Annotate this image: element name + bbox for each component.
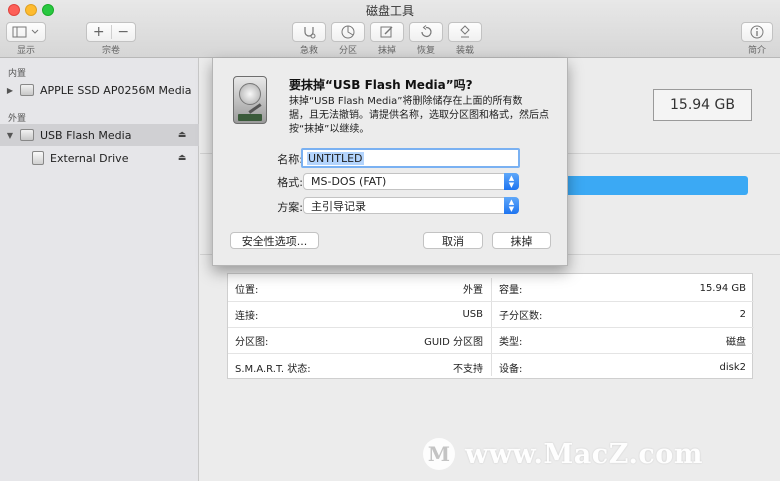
volume-label: 宗卷 [101, 46, 120, 56]
erase-toolbar-button[interactable] [370, 22, 404, 42]
watermark: M www.MacZ.com [423, 434, 703, 474]
sidebar-icon [12, 26, 39, 38]
scheme-select-value: 主引导记录 [311, 199, 366, 213]
volume-icon [32, 151, 44, 165]
info-label: 分区图: [235, 337, 269, 348]
sidebar: 内置 ▶ APPLE SSD AP0256M Media 外置 ▼ USB Fl… [0, 58, 199, 481]
sidebar-item-label: APPLE SSD AP0256M Media [40, 83, 192, 97]
name-field[interactable]: UNTITLED [301, 148, 520, 168]
info-row-type: 类型: 磁盘 [491, 328, 754, 354]
info-label: S.M.A.R.T. 状态: [235, 363, 311, 375]
info-label: 简介 [747, 46, 766, 56]
stethoscope-icon [304, 27, 316, 39]
info-value: 15.94 GB [699, 283, 746, 294]
view-button[interactable] [6, 22, 46, 42]
window-title: 磁盘工具 [365, 4, 414, 18]
eject-icon[interactable]: ⏏ [175, 153, 189, 163]
format-select[interactable]: MS-DOS (FAT) ▲ ▼ [303, 173, 519, 190]
volume-segment: + − [86, 22, 136, 42]
restore-icon [421, 25, 432, 38]
info-row-partition-map: 分区图: GUID 分区图 [228, 328, 491, 354]
view-label: 显示 [16, 46, 35, 56]
sidebar-item-external-drive[interactable]: External Drive ⏏ [0, 147, 199, 169]
info-value: 不支持 [453, 363, 483, 375]
first-aid-button[interactable] [292, 22, 326, 42]
mount-button[interactable] [448, 22, 482, 42]
popup-stepper-icon: ▲ ▼ [504, 173, 519, 190]
info-label: 类型: [499, 337, 523, 348]
info-label: 连接: [235, 311, 259, 322]
info-value: USB [462, 309, 483, 320]
info-row-capacity: 容量: 15.94 GB [491, 276, 754, 302]
popup-stepper-icon: ▲ ▼ [504, 197, 519, 214]
disk-icon [20, 84, 34, 96]
sidebar-item-apple-ssd[interactable]: ▶ APPLE SSD AP0256M Media [0, 79, 199, 101]
disk-icon [20, 129, 34, 141]
info-label: 位置: [235, 285, 259, 296]
info-value: 2 [739, 309, 746, 320]
disclosure-right-icon[interactable]: ▶ [4, 86, 16, 95]
erase-dialog: 要抹掉“USB Flash Media”吗? 抹掉“USB Flash Medi… [212, 58, 568, 266]
sidebar-item-usb-flash-media[interactable]: ▼ USB Flash Media ⏏ [0, 124, 199, 146]
mount-icon [460, 25, 470, 38]
dialog-message: 抹掉“USB Flash Media”将删除储存在上面的所有数 据，且无法撤销。… [289, 95, 559, 137]
mount-label: 装载 [455, 46, 474, 56]
erase-icon [380, 26, 393, 38]
info-row-child-count: 子分区数: 2 [491, 302, 754, 328]
title-bar: 磁盘工具 显示 + − 宗卷 急救 分区 抹掉 恢复 装载 简介 [0, 0, 780, 58]
security-options-button[interactable]: 安全性选项... [230, 232, 319, 249]
dialog-message-line: 据，且无法撤销。请提供名称，选取分区图和格式，然后点 [289, 110, 549, 121]
internal-section-header: 内置 [8, 69, 27, 79]
scheme-select[interactable]: 主引导记录 ▲ ▼ [303, 197, 519, 214]
info-row-device: 设备: disk2 [491, 354, 754, 380]
cancel-button[interactable]: 取消 [423, 232, 483, 249]
dialog-title: 要抹掉“USB Flash Media”吗? [289, 78, 473, 92]
info-label: 子分区数: [499, 311, 543, 322]
dialog-message-line: 按“抹掉”以继续。 [289, 124, 370, 135]
sidebar-item-label: External Drive [50, 151, 129, 165]
erase-label: 抹掉 [377, 46, 396, 56]
partition-button[interactable] [331, 22, 365, 42]
watermark-text: www.MacZ.com [465, 438, 703, 470]
pie-icon [341, 25, 355, 39]
format-label: 格式: [277, 176, 303, 189]
partition-label: 分区 [338, 46, 357, 56]
hard-drive-icon [233, 76, 267, 124]
info-row-smart-status: S.M.A.R.T. 状态: 不支持 [228, 354, 491, 380]
name-label: 名称: [277, 153, 303, 166]
info-icon [750, 25, 764, 39]
info-label: 设备: [499, 363, 523, 375]
info-value: 外置 [463, 285, 483, 296]
erase-button[interactable]: 抹掉 [492, 232, 551, 249]
capacity-box: 15.94 GB [653, 89, 752, 121]
info-row-location: 位置: 外置 [228, 276, 491, 302]
sidebar-item-label: USB Flash Media [40, 128, 132, 142]
name-field-value: UNTITLED [307, 151, 364, 165]
restore-button[interactable] [409, 22, 443, 42]
restore-label: 恢复 [416, 46, 435, 56]
eject-icon[interactable]: ⏏ [175, 130, 189, 140]
add-volume-button[interactable]: + [87, 24, 111, 40]
remove-volume-button[interactable]: − [112, 24, 136, 40]
info-row-connection: 连接: USB [228, 302, 491, 328]
watermark-logo: M [423, 438, 455, 470]
disclosure-down-icon[interactable]: ▼ [4, 131, 16, 140]
scheme-label: 方案: [277, 201, 303, 214]
info-value: GUID 分区图 [424, 337, 483, 348]
info-label: 容量: [499, 285, 523, 296]
info-value: 磁盘 [726, 337, 746, 348]
info-button[interactable] [741, 22, 773, 42]
dialog-message-line: 抹掉“USB Flash Media”将删除储存在上面的所有数 [289, 96, 523, 107]
first-aid-label: 急救 [299, 46, 318, 56]
info-table: 位置: 外置 连接: USB 分区图: GUID 分区图 S.M.A.R.T. … [227, 273, 754, 380]
external-section-header: 外置 [8, 114, 27, 124]
usage-bar [568, 176, 748, 195]
format-select-value: MS-DOS (FAT) [311, 175, 387, 188]
info-value: disk2 [719, 361, 747, 373]
